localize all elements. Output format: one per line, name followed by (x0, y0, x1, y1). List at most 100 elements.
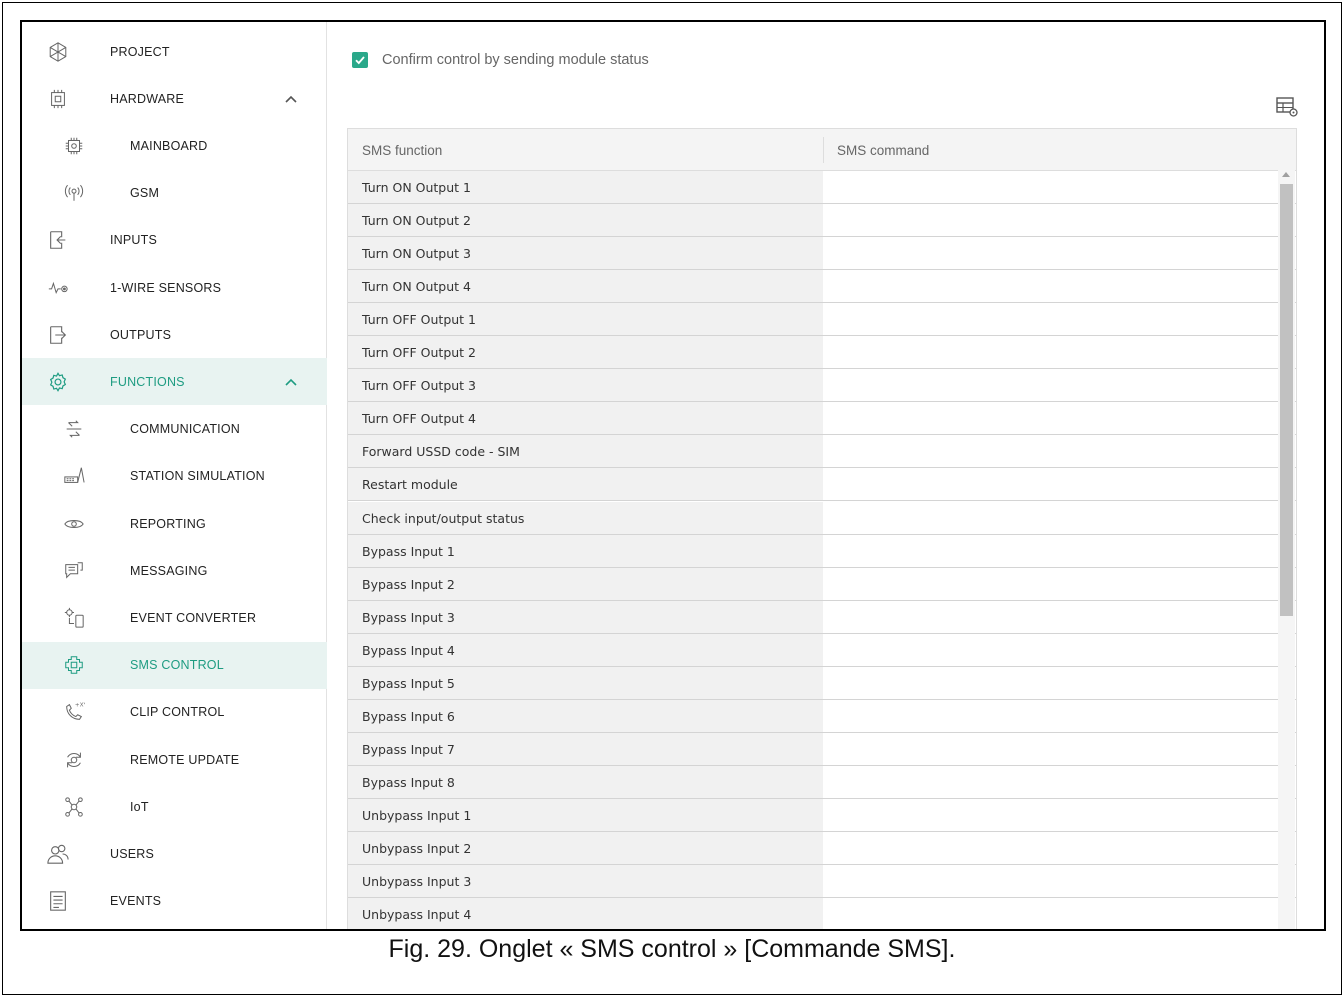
scroll-up-arrow-icon[interactable] (1282, 172, 1290, 177)
sms-command-cell[interactable] (823, 765, 1296, 798)
table-row[interactable]: Turn ON Output 3 (348, 237, 1296, 271)
sms-command-cell[interactable] (823, 865, 1296, 898)
sidebar-item-label: PROJECT (110, 44, 170, 59)
app-window: PROJECT HARDWARE MAINBOARD GSM INPUTS 1-WIRE … (20, 20, 1326, 931)
sms-function-cell: Turn ON Output 1 (348, 171, 823, 203)
table-row[interactable]: Turn ON Output 2 (348, 204, 1296, 238)
table-row[interactable]: Bypass Input 7 (348, 732, 1296, 766)
sidebar-item-label: HARDWARE (110, 91, 185, 106)
sms-command-cell[interactable] (823, 468, 1296, 501)
sms-command-cell[interactable] (823, 732, 1296, 765)
table-row[interactable]: Restart module (348, 468, 1296, 502)
sms-command-cell[interactable] (823, 336, 1296, 369)
sms-command-cell[interactable] (823, 633, 1296, 666)
table-header: SMS function SMS command (348, 129, 1296, 171)
sidebar-item-label: CLIP CONTROL (130, 705, 225, 720)
phone-icon: +XYZ (62, 700, 86, 724)
table-row[interactable]: Turn OFF Output 3 (348, 369, 1296, 403)
chevron-up-icon[interactable] (284, 375, 298, 389)
sms-command-cell[interactable] (823, 699, 1296, 732)
table-row[interactable]: Unbypass Input 4 (348, 898, 1296, 929)
mainboard-icon (62, 134, 86, 158)
inputs-icon (46, 228, 70, 252)
table-row[interactable]: Turn ON Output 1 (348, 171, 1296, 204)
table-row[interactable]: Bypass Input 8 (348, 765, 1296, 799)
confirm-checkbox[interactable] (352, 52, 368, 68)
table-row[interactable]: Turn OFF Output 1 (348, 303, 1296, 337)
column-header-sms-function[interactable]: SMS function (362, 143, 442, 158)
project-icon (46, 40, 70, 64)
sidebar-item-label: EVENT CONVERTER (130, 610, 257, 625)
table-row[interactable]: Bypass Input 5 (348, 666, 1296, 700)
sms-command-cell[interactable] (823, 798, 1296, 831)
sidebar-item-clip-control[interactable]: +XYZ CLIP CONTROL (22, 689, 327, 736)
table-row[interactable]: Bypass Input 6 (348, 699, 1296, 733)
sidebar-item-hardware[interactable]: HARDWARE (22, 75, 327, 122)
sidebar-item-outputs[interactable]: OUTPUTS (22, 311, 327, 358)
sms-command-cell[interactable] (823, 237, 1296, 270)
sidebar-item-label: MAINBOARD (130, 138, 208, 153)
table-row[interactable]: Bypass Input 1 (348, 534, 1296, 568)
sms-function-cell: Bypass Input 8 (348, 765, 823, 798)
sms-command-cell[interactable] (823, 303, 1296, 336)
table-row[interactable]: Unbypass Input 3 (348, 865, 1296, 899)
sms-command-cell[interactable] (823, 666, 1296, 699)
sidebar-item-1-wire-sensors[interactable]: 1-WIRE SENSORS (22, 264, 327, 311)
column-header-sms-command[interactable]: SMS command (837, 143, 929, 158)
table-row[interactable]: Bypass Input 2 (348, 567, 1296, 601)
sidebar-item-sms-control[interactable]: SMS CONTROL (22, 641, 327, 689)
sms-command-cell[interactable] (823, 204, 1296, 237)
sms-function-cell: Forward USSD code - SIM (348, 435, 823, 468)
sms-function-cell: Bypass Input 4 (348, 633, 823, 666)
sensor-icon (46, 276, 70, 300)
sms-command-cell[interactable] (823, 832, 1296, 864)
sms-command-cell[interactable] (823, 171, 1296, 203)
sidebar-item-station-simulation[interactable]: STATION SIMULATION (22, 453, 327, 500)
table-row[interactable]: Unbypass Input 2 (348, 832, 1296, 865)
sms-table: SMS function SMS command Turn ON Output … (347, 128, 1297, 929)
confirm-control-option[interactable]: Confirm control by sending module status (352, 52, 649, 68)
sidebar-item-inputs[interactable]: INPUTS (22, 217, 327, 264)
table-row[interactable]: Check input/output status (348, 501, 1296, 535)
sidebar-item-communication[interactable]: COMMUNICATION (22, 406, 327, 453)
sms-command-cell[interactable] (823, 402, 1296, 435)
table-settings-icon[interactable] (1274, 94, 1300, 120)
sidebar-item-events[interactable]: EVENTS (22, 878, 327, 925)
sms-command-cell[interactable] (823, 898, 1296, 929)
sidebar-item-reporting[interactable]: REPORTING (22, 500, 327, 547)
station-icon (62, 464, 86, 488)
sms-command-cell[interactable] (823, 567, 1296, 600)
gear-icon (46, 370, 70, 394)
table-scrollbar[interactable] (1278, 170, 1295, 929)
table-row[interactable]: Turn OFF Output 4 (348, 402, 1296, 436)
sms-command-cell[interactable] (823, 501, 1296, 534)
sidebar-item-label: USERS (110, 846, 155, 861)
sms-command-cell[interactable] (823, 369, 1296, 402)
scroll-thumb[interactable] (1280, 184, 1293, 616)
sms-command-cell[interactable] (823, 270, 1296, 303)
sidebar-item-functions[interactable]: FUNCTIONS (22, 358, 327, 406)
chevron-up-icon[interactable] (284, 92, 298, 106)
table-row[interactable]: Forward USSD code - SIM (348, 435, 1296, 469)
sms-function-cell: Unbypass Input 1 (348, 798, 823, 831)
sms-command-cell[interactable] (823, 435, 1296, 468)
sms-control-icon (62, 653, 86, 677)
sidebar-item-project[interactable]: PROJECT (22, 28, 327, 75)
table-row[interactable]: Bypass Input 4 (348, 633, 1296, 667)
sms-command-cell[interactable] (823, 534, 1296, 567)
sidebar-item-event-converter[interactable]: EVENT CONVERTER (22, 594, 327, 641)
table-row[interactable]: Unbypass Input 1 (348, 798, 1296, 832)
table-row[interactable]: Turn OFF Output 2 (348, 336, 1296, 370)
sidebar-item-messaging[interactable]: MESSAGING (22, 547, 327, 594)
sidebar-item-label: INPUTS (110, 233, 158, 248)
sidebar-item-mainboard[interactable]: MAINBOARD (22, 122, 327, 169)
sms-command-cell[interactable] (823, 600, 1296, 633)
sidebar-item-gsm[interactable]: GSM (22, 170, 327, 217)
sms-function-cell: Unbypass Input 3 (348, 865, 823, 898)
sidebar-item-label: 1-WIRE SENSORS (110, 280, 222, 295)
table-row[interactable]: Turn ON Output 4 (348, 270, 1296, 304)
sidebar-item-users[interactable]: USERS (22, 830, 327, 877)
sidebar-item-remote-update[interactable]: REMOTE UPDATE (22, 736, 327, 783)
table-row[interactable]: Bypass Input 3 (348, 600, 1296, 634)
sidebar-item-iot[interactable]: IoT (22, 783, 327, 830)
